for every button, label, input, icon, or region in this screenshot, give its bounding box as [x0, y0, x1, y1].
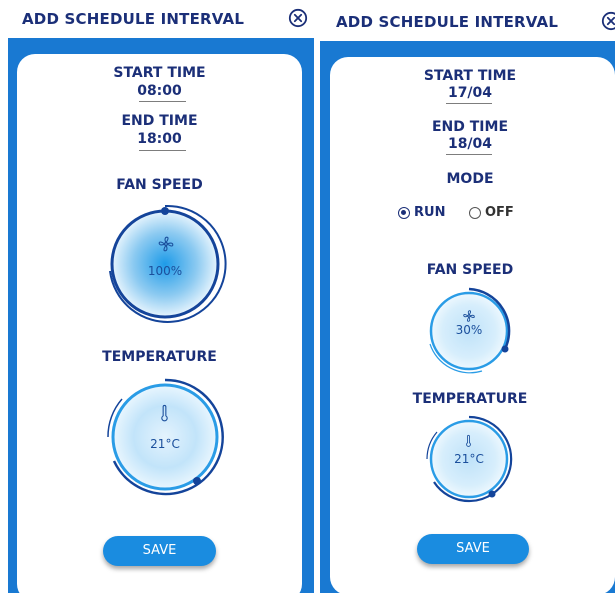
- dialog-title: ADD SCHEDULE INTERVAL: [22, 10, 245, 28]
- temperature-dial[interactable]: 21°C: [100, 372, 230, 502]
- mode-run-label: RUN: [414, 205, 446, 220]
- start-time-label: START TIME: [113, 65, 206, 81]
- end-time-underline: [446, 154, 492, 155]
- fan-icon: [158, 236, 174, 252]
- temperature-label: TEMPERATURE: [102, 349, 217, 365]
- temperature-label: TEMPERATURE: [412, 391, 528, 407]
- end-time-underline: [139, 150, 186, 151]
- fan-speed-value: 30%: [455, 323, 483, 337]
- fan-dial-knob[interactable]: [501, 345, 509, 353]
- dialog-card: START TIME 17/04 END TIME 18/04 MODE RUN…: [330, 57, 615, 595]
- start-time-underline: [446, 103, 492, 104]
- mode-label: MODE: [446, 171, 494, 187]
- radio-unchecked-icon: [469, 206, 481, 219]
- dialog-title: ADD SCHEDULE INTERVAL: [336, 13, 559, 31]
- fan-speed-dial[interactable]: 30%: [422, 284, 516, 378]
- end-time-value[interactable]: 18:00: [17, 131, 302, 147]
- fan-icon: [463, 310, 475, 322]
- fan-dial-knob[interactable]: [161, 207, 169, 215]
- temperature-dial-knob[interactable]: [488, 490, 496, 498]
- close-icon[interactable]: [601, 11, 615, 31]
- end-time-value[interactable]: 18/04: [325, 136, 615, 152]
- start-time-value[interactable]: 17/04: [325, 85, 615, 101]
- temperature-dial[interactable]: 21°C: [422, 412, 516, 506]
- save-button[interactable]: SAVE: [417, 534, 529, 564]
- save-button[interactable]: SAVE: [103, 536, 216, 566]
- radio-checked-icon: [398, 206, 410, 219]
- dialog-frame: START TIME 17/04 END TIME 18/04 MODE RUN…: [320, 41, 615, 595]
- start-time-label: START TIME: [423, 68, 517, 84]
- end-time-label: END TIME: [121, 113, 198, 129]
- close-icon[interactable]: [288, 8, 308, 28]
- schedule-dialog-date: ADD SCHEDULE INTERVAL START TIME 17/04 E…: [318, 0, 615, 595]
- temperature-value: 21°C: [150, 437, 180, 451]
- thermometer-icon: [466, 434, 471, 447]
- mode-off-label: OFF: [485, 205, 514, 220]
- end-time-label: END TIME: [431, 119, 509, 135]
- fan-speed-label: FAN SPEED: [426, 262, 514, 278]
- fan-speed-label: FAN SPEED: [116, 177, 203, 193]
- fan-speed-value: 100%: [147, 264, 183, 278]
- mode-run-radio[interactable]: RUN: [398, 205, 445, 220]
- temperature-value: 21°C: [454, 452, 484, 466]
- start-time-underline: [139, 101, 186, 102]
- thermometer-icon: [161, 404, 168, 422]
- temperature-dial-knob[interactable]: [193, 477, 201, 485]
- start-time-value[interactable]: 08:00: [17, 83, 302, 99]
- dialog-card: START TIME 08:00 END TIME 18:00 FAN SPEE…: [17, 54, 302, 602]
- dialog-frame: START TIME 08:00 END TIME 18:00 FAN SPEE…: [8, 38, 314, 602]
- schedule-dialog-time: ADD SCHEDULE INTERVAL START TIME 08:00 E…: [0, 0, 314, 602]
- fan-speed-dial[interactable]: 100%: [100, 199, 230, 329]
- mode-off-radio[interactable]: OFF: [469, 205, 514, 220]
